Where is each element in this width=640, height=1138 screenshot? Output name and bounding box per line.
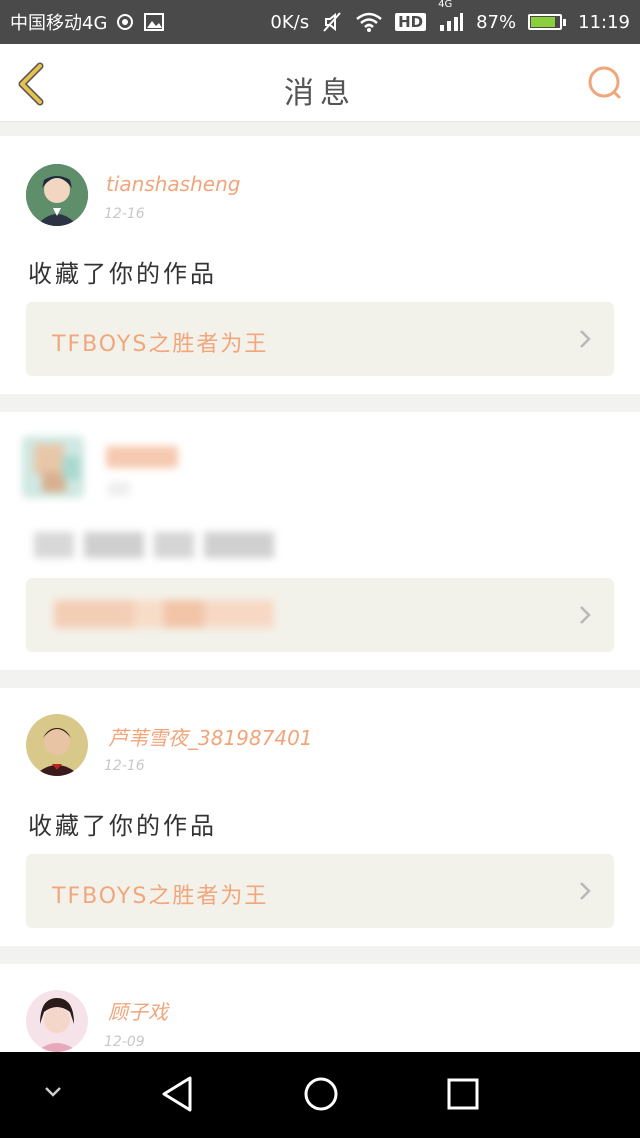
username[interactable] — [106, 446, 178, 468]
chevron-right-icon — [580, 882, 591, 900]
mute-icon — [321, 11, 343, 33]
system-nav-bar — [0, 1052, 640, 1138]
timestamp: 12-16 — [104, 206, 145, 222]
username[interactable]: tianshasheng — [106, 172, 240, 196]
network-type-label: 4G — [438, 0, 453, 10]
work-title — [54, 600, 274, 628]
wifi-icon — [355, 11, 383, 33]
chevron-right-icon — [580, 330, 591, 348]
notification-card[interactable]: 顾子戏 12-09 — [0, 964, 640, 1052]
avatar[interactable] — [26, 714, 88, 776]
header-bar: 消息 — [0, 44, 640, 122]
search-icon — [588, 66, 621, 99]
work-link[interactable]: TFBOYS之胜者为王 — [26, 854, 614, 928]
battery-percent: 87% — [476, 11, 517, 33]
notification-card[interactable]: 芦苇雪夜_381987401 12-16 收藏了你的作品 TFBOYS之胜者为王 — [0, 688, 640, 946]
recent-apps-button[interactable] — [444, 1074, 482, 1118]
signal-icon: 4G — [438, 0, 464, 33]
status-bar: 中国移动4G 0K/s HD 4G 87% 11:19 — [0, 0, 640, 44]
work-link[interactable] — [26, 578, 614, 652]
image-status-icon — [143, 12, 165, 32]
avatar[interactable] — [26, 164, 88, 226]
timestamp — [108, 482, 130, 496]
clock: 11:19 — [578, 11, 630, 33]
avatar[interactable] — [26, 990, 88, 1052]
work-link[interactable]: TFBOYS之胜者为王 — [26, 302, 614, 376]
chevron-down-icon — [45, 1087, 61, 1097]
username[interactable]: 芦苇雪夜_381987401 — [108, 722, 313, 751]
circle-home-icon — [304, 1077, 338, 1111]
search-button[interactable] — [586, 64, 624, 102]
notification-message — [34, 532, 274, 558]
timestamp: 12-09 — [104, 1034, 145, 1050]
battery-icon — [528, 14, 567, 30]
work-title: TFBOYS之胜者为王 — [52, 884, 269, 909]
notification-card[interactable]: tianshasheng 12-16 收藏了你的作品 TFBOYS之胜者为王 — [0, 136, 640, 394]
carrier-label: 中国移动4G — [10, 13, 108, 34]
square-recent-icon — [447, 1078, 479, 1110]
avatar[interactable] — [22, 436, 84, 498]
network-speed: 0K/s — [270, 11, 310, 33]
hide-nav-button[interactable] — [42, 1084, 64, 1104]
work-title: TFBOYS之胜者为王 — [52, 332, 269, 357]
notification-message: 收藏了你的作品 — [28, 812, 217, 840]
timestamp: 12-16 — [104, 758, 145, 774]
username[interactable]: 顾子戏 — [108, 996, 168, 1025]
back-nav-button[interactable] — [160, 1074, 196, 1118]
page-title: 消息 — [284, 76, 356, 111]
chevron-right-icon — [580, 606, 591, 624]
hd-badge: HD — [395, 13, 427, 31]
home-nav-button[interactable] — [302, 1074, 340, 1118]
camera-status-icon — [115, 12, 135, 32]
triangle-back-icon — [162, 1076, 192, 1112]
notification-message: 收藏了你的作品 — [28, 260, 217, 288]
notification-card[interactable] — [0, 412, 640, 670]
